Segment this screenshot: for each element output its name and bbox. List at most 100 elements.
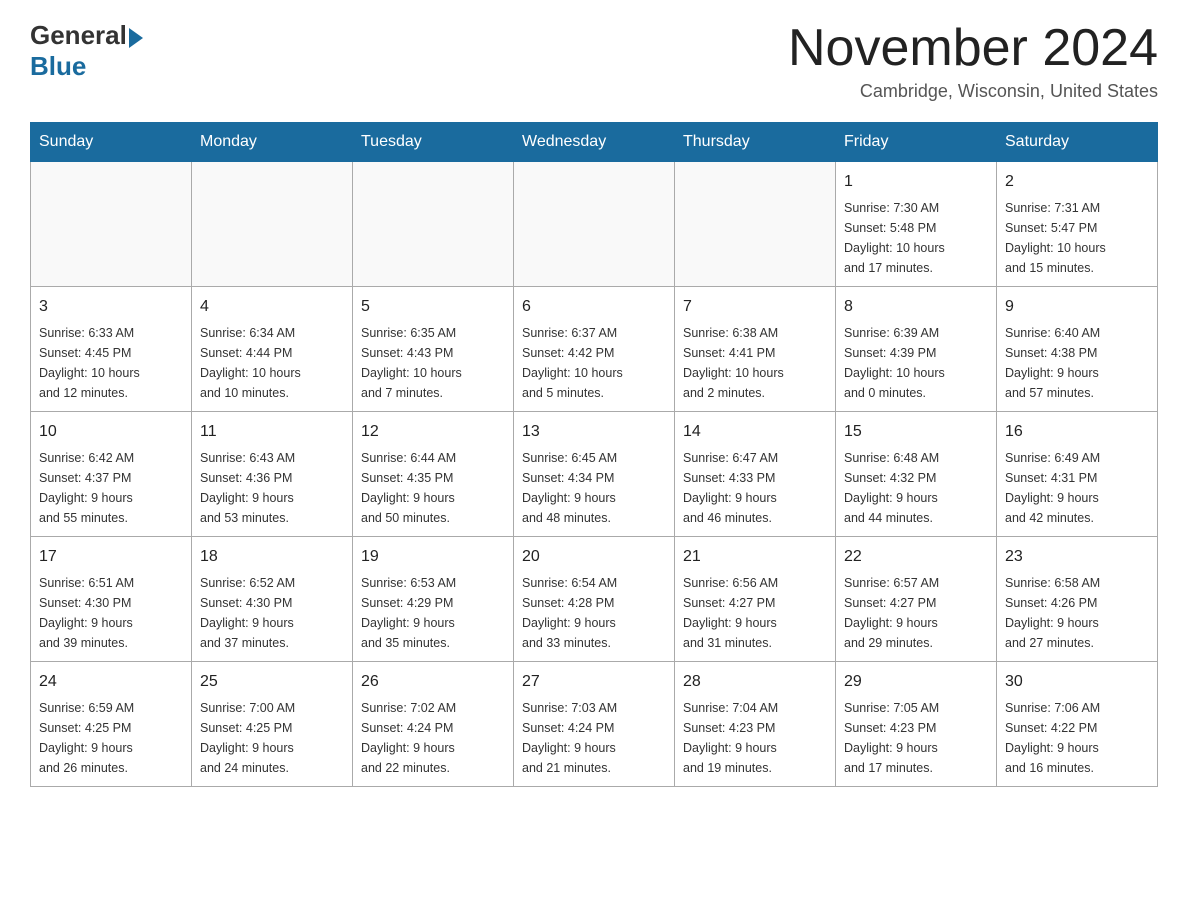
day-number: 18: [200, 545, 344, 569]
day-number: 19: [361, 545, 505, 569]
day-number: 21: [683, 545, 827, 569]
location-text: Cambridge, Wisconsin, United States: [788, 81, 1158, 102]
calendar-cell: 29 Sunrise: 7:05 AMSunset: 4:23 PMDayligh…: [836, 662, 997, 787]
calendar-cell: [192, 162, 353, 287]
day-number: 4: [200, 295, 344, 319]
day-info: Sunrise: 7:30 AMSunset: 5:48 PMDaylight:…: [844, 198, 988, 278]
calendar-cell: 20Sunrise: 6:54 AMSunset: 4:28 PMDayligh…: [514, 537, 675, 662]
day-number: 29: [844, 670, 988, 694]
calendar-cell: 14 Sunrise: 6:47 AMSunset: 4:33 PMDayligh…: [675, 412, 836, 537]
day-info: Sunrise: 6:58 AMSunset: 4:26 PMDaylight:…: [1005, 573, 1149, 653]
day-number: 16: [1005, 420, 1149, 444]
calendar-cell: 2Sunrise: 7:31 AMSunset: 5:47 PMDaylight…: [997, 162, 1158, 287]
day-number: 2: [1005, 170, 1149, 194]
calendar-cell: [31, 162, 192, 287]
day-header-friday: Friday: [836, 123, 997, 162]
day-number: 5: [361, 295, 505, 319]
day-info: Sunrise: 7:04 AMSunset: 4:23 PMDaylight:…: [683, 698, 827, 778]
calendar-cell: 16 Sunrise: 6:49 AMSunset: 4:31 PMDayligh…: [997, 412, 1158, 537]
calendar-cell: 27 Sunrise: 7:03 AMSunset: 4:24 PMDayligh…: [514, 662, 675, 787]
logo-arrow-icon: [129, 28, 143, 48]
day-info: Sunrise: 7:05 AMSunset: 4:23 PMDaylight:…: [844, 698, 988, 778]
day-info: Sunrise: 6:47 AMSunset: 4:33 PMDaylight:…: [683, 448, 827, 528]
week-row-3: 10Sunrise: 6:42 AMSunset: 4:37 PMDayligh…: [31, 412, 1158, 537]
day-number: 8: [844, 295, 988, 319]
day-info: Sunrise: 6:39 AMSunset: 4:39 PMDaylight:…: [844, 323, 988, 403]
calendar-cell: [514, 162, 675, 287]
day-info: Sunrise: 6:48 AMSunset: 4:32 PMDaylight:…: [844, 448, 988, 528]
day-info: Sunrise: 6:40 AMSunset: 4:38 PMDaylight:…: [1005, 323, 1149, 403]
day-number: 12: [361, 420, 505, 444]
title-section: November 2024 Cambridge, Wisconsin, Unit…: [788, 20, 1158, 102]
day-info: Sunrise: 6:43 AMSunset: 4:36 PMDaylight:…: [200, 448, 344, 528]
calendar-cell: 9 Sunrise: 6:40 AMSunset: 4:38 PMDaylight…: [997, 287, 1158, 412]
day-info: Sunrise: 6:57 AMSunset: 4:27 PMDaylight:…: [844, 573, 988, 653]
calendar-cell: 21 Sunrise: 6:56 AMSunset: 4:27 PMDayligh…: [675, 537, 836, 662]
calendar-cell: 24Sunrise: 6:59 AMSunset: 4:25 PMDayligh…: [31, 662, 192, 787]
day-header-wednesday: Wednesday: [514, 123, 675, 162]
day-info: Sunrise: 6:51 AMSunset: 4:30 PMDaylight:…: [39, 573, 183, 653]
day-header-sunday: Sunday: [31, 123, 192, 162]
calendar-cell: 17 Sunrise: 6:51 AMSunset: 4:30 PMDayligh…: [31, 537, 192, 662]
calendar-cell: 30Sunrise: 7:06 AMSunset: 4:22 PMDayligh…: [997, 662, 1158, 787]
day-number: 15: [844, 420, 988, 444]
month-title: November 2024: [788, 20, 1158, 77]
calendar-cell: 8 Sunrise: 6:39 AMSunset: 4:39 PMDaylight…: [836, 287, 997, 412]
page-header: General Blue November 2024 Cambridge, Wi…: [30, 20, 1158, 102]
day-header-thursday: Thursday: [675, 123, 836, 162]
calendar-cell: 4 Sunrise: 6:34 AMSunset: 4:44 PMDaylight…: [192, 287, 353, 412]
day-info: Sunrise: 6:56 AMSunset: 4:27 PMDaylight:…: [683, 573, 827, 653]
day-info: Sunrise: 6:44 AMSunset: 4:35 PMDaylight:…: [361, 448, 505, 528]
day-info: Sunrise: 6:34 AMSunset: 4:44 PMDaylight:…: [200, 323, 344, 403]
calendar-table: SundayMondayTuesdayWednesdayThursdayFrid…: [30, 122, 1158, 787]
day-number: 9: [1005, 295, 1149, 319]
logo: General Blue: [30, 20, 143, 82]
calendar-cell: 15 Sunrise: 6:48 AMSunset: 4:32 PMDayligh…: [836, 412, 997, 537]
day-number: 1: [844, 170, 988, 194]
day-number: 3: [39, 295, 183, 319]
day-info: Sunrise: 6:38 AMSunset: 4:41 PMDaylight:…: [683, 323, 827, 403]
day-header-tuesday: Tuesday: [353, 123, 514, 162]
day-number: 27: [522, 670, 666, 694]
day-info: Sunrise: 6:45 AMSunset: 4:34 PMDaylight:…: [522, 448, 666, 528]
calendar-cell: 1 Sunrise: 7:30 AMSunset: 5:48 PMDaylight…: [836, 162, 997, 287]
day-info: Sunrise: 6:49 AMSunset: 4:31 PMDaylight:…: [1005, 448, 1149, 528]
week-row-2: 3 Sunrise: 6:33 AMSunset: 4:45 PMDaylight…: [31, 287, 1158, 412]
day-info: Sunrise: 6:33 AMSunset: 4:45 PMDaylight:…: [39, 323, 183, 403]
calendar-cell: 6 Sunrise: 6:37 AMSunset: 4:42 PMDaylight…: [514, 287, 675, 412]
day-info: Sunrise: 7:03 AMSunset: 4:24 PMDaylight:…: [522, 698, 666, 778]
day-info: Sunrise: 7:00 AMSunset: 4:25 PMDaylight:…: [200, 698, 344, 778]
calendar-body: 1 Sunrise: 7:30 AMSunset: 5:48 PMDaylight…: [31, 162, 1158, 787]
day-number: 6: [522, 295, 666, 319]
logo-blue-text: Blue: [30, 51, 86, 82]
calendar-cell: 23Sunrise: 6:58 AMSunset: 4:26 PMDayligh…: [997, 537, 1158, 662]
calendar-cell: 7Sunrise: 6:38 AMSunset: 4:41 PMDaylight…: [675, 287, 836, 412]
week-row-4: 17 Sunrise: 6:51 AMSunset: 4:30 PMDayligh…: [31, 537, 1158, 662]
calendar-cell: 25Sunrise: 7:00 AMSunset: 4:25 PMDayligh…: [192, 662, 353, 787]
day-info: Sunrise: 6:37 AMSunset: 4:42 PMDaylight:…: [522, 323, 666, 403]
day-number: 11: [200, 420, 344, 444]
day-number: 17: [39, 545, 183, 569]
calendar-cell: 11 Sunrise: 6:43 AMSunset: 4:36 PMDayligh…: [192, 412, 353, 537]
week-row-1: 1 Sunrise: 7:30 AMSunset: 5:48 PMDaylight…: [31, 162, 1158, 287]
calendar-cell: [353, 162, 514, 287]
calendar-cell: [675, 162, 836, 287]
day-header-saturday: Saturday: [997, 123, 1158, 162]
day-info: Sunrise: 7:02 AMSunset: 4:24 PMDaylight:…: [361, 698, 505, 778]
day-info: Sunrise: 6:53 AMSunset: 4:29 PMDaylight:…: [361, 573, 505, 653]
calendar-cell: 10Sunrise: 6:42 AMSunset: 4:37 PMDayligh…: [31, 412, 192, 537]
calendar-cell: 22Sunrise: 6:57 AMSunset: 4:27 PMDayligh…: [836, 537, 997, 662]
logo-general-text: General: [30, 20, 127, 51]
day-number: 10: [39, 420, 183, 444]
day-info: Sunrise: 6:52 AMSunset: 4:30 PMDaylight:…: [200, 573, 344, 653]
day-info: Sunrise: 7:06 AMSunset: 4:22 PMDaylight:…: [1005, 698, 1149, 778]
day-info: Sunrise: 6:35 AMSunset: 4:43 PMDaylight:…: [361, 323, 505, 403]
calendar-header: SundayMondayTuesdayWednesdayThursdayFrid…: [31, 123, 1158, 162]
calendar-cell: 19 Sunrise: 6:53 AMSunset: 4:29 PMDayligh…: [353, 537, 514, 662]
day-number: 14: [683, 420, 827, 444]
day-number: 28: [683, 670, 827, 694]
day-number: 13: [522, 420, 666, 444]
calendar-cell: 12 Sunrise: 6:44 AMSunset: 4:35 PMDayligh…: [353, 412, 514, 537]
calendar-cell: 5 Sunrise: 6:35 AMSunset: 4:43 PMDaylight…: [353, 287, 514, 412]
day-number: 26: [361, 670, 505, 694]
